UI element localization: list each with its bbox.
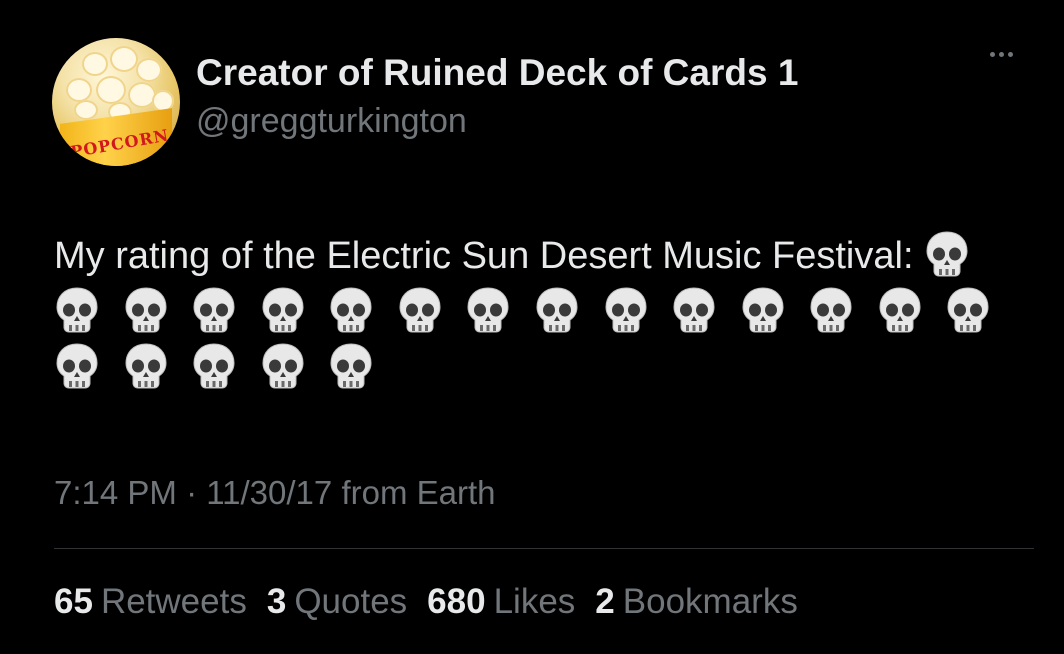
- skull-icon: [808, 286, 854, 336]
- tweet: POPCORN Creator of Ruined Deck of Cards …: [0, 0, 1064, 654]
- tweet-text: My rating of the Electric Sun Desert Mus…: [54, 228, 1014, 396]
- timestamp-date[interactable]: 11/30/17: [206, 474, 332, 511]
- skull-icon: [123, 342, 169, 392]
- retweets-stat[interactable]: 65 Retweets: [54, 582, 247, 622]
- skull-icon: [328, 286, 374, 336]
- skull-icon: [671, 286, 717, 336]
- skull-icon: [54, 342, 100, 392]
- skull-icon: [123, 286, 169, 336]
- skull-icon: [191, 342, 237, 392]
- meta-separator: ·: [186, 474, 198, 511]
- more-options-icon[interactable]: [990, 52, 1013, 57]
- skull-icon: [260, 342, 306, 392]
- divider: [54, 548, 1034, 549]
- retweets-count: 65: [54, 582, 93, 621]
- skull-icon: [945, 286, 991, 336]
- engagement-stats: 65 Retweets 3 Quotes 680 Likes 2 Bookmarks: [54, 582, 798, 622]
- likes-label: Likes: [493, 582, 576, 621]
- skull-icon: [397, 286, 443, 336]
- bookmarks-stat[interactable]: 2 Bookmarks: [595, 582, 798, 622]
- quotes-label: Quotes: [294, 582, 408, 621]
- skull-icon: [924, 230, 970, 280]
- skull-icon: [328, 342, 374, 392]
- skull-icon: [465, 286, 511, 336]
- avatar[interactable]: POPCORN: [52, 38, 180, 166]
- skull-icon: [603, 286, 649, 336]
- skull-icon: [260, 286, 306, 336]
- likes-stat[interactable]: 680 Likes: [427, 582, 575, 622]
- skull-icon: [191, 286, 237, 336]
- retweets-label: Retweets: [100, 582, 247, 621]
- user-handle[interactable]: @greggturkington: [196, 102, 467, 141]
- tweet-metadata: 7:14 PM · 11/30/17 from Earth: [54, 474, 495, 512]
- skull-icon: [877, 286, 923, 336]
- bookmarks-label: Bookmarks: [622, 582, 798, 621]
- quotes-stat[interactable]: 3 Quotes: [267, 582, 407, 622]
- display-name[interactable]: Creator of Ruined Deck of Cards 1: [196, 52, 798, 94]
- skull-icon: [534, 286, 580, 336]
- timestamp-time[interactable]: 7:14 PM: [54, 474, 177, 511]
- likes-count: 680: [427, 582, 486, 621]
- tweet-body: My rating of the Electric Sun Desert Mus…: [54, 235, 914, 277]
- skull-icon: [54, 286, 100, 336]
- quotes-count: 3: [266, 582, 287, 621]
- bookmarks-count: 2: [595, 582, 615, 621]
- tweet-source: from Earth: [341, 474, 496, 511]
- skull-icon: [740, 286, 786, 336]
